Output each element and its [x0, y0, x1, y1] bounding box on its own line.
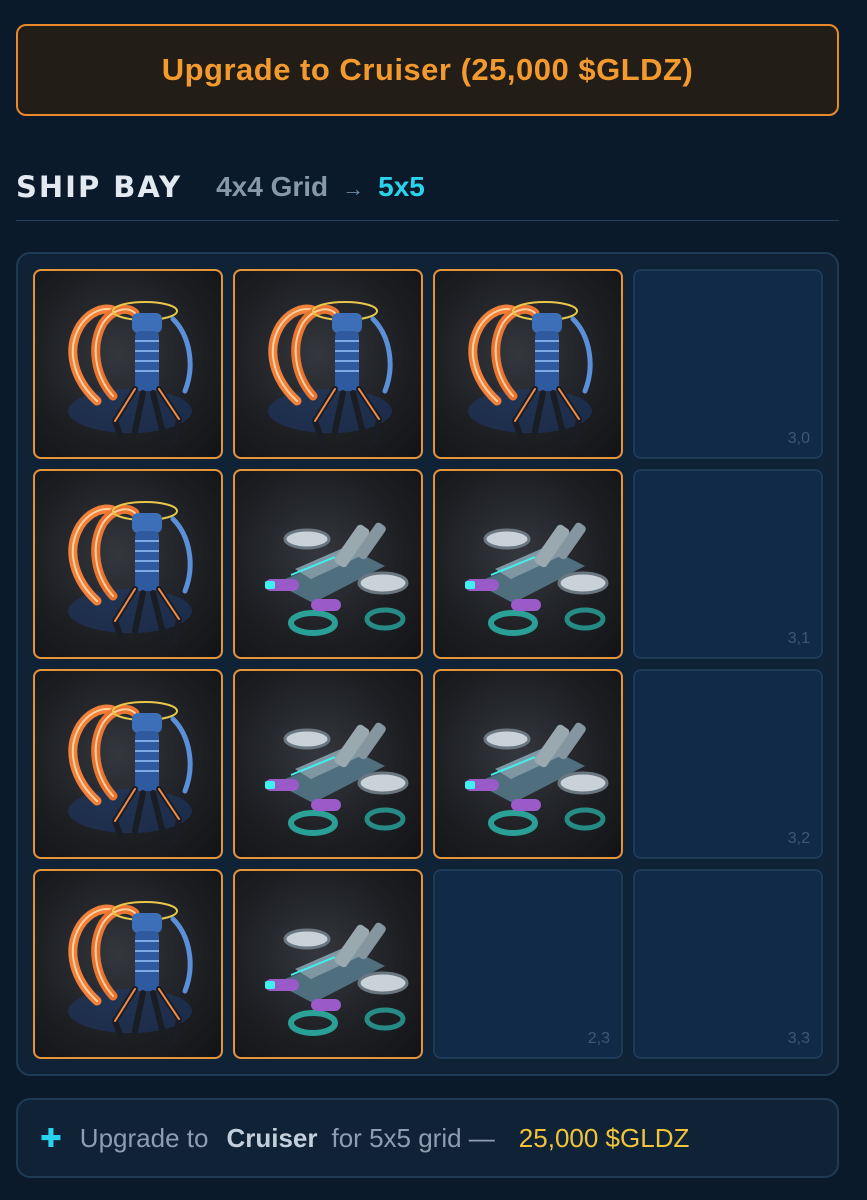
bay-slot-spider-drone[interactable] — [433, 269, 623, 459]
slot-coordinate: 3,2 — [787, 830, 810, 847]
bay-slot-spider-drone[interactable] — [233, 269, 423, 459]
bay-slot-spider-drone[interactable] — [33, 669, 223, 859]
ship-bay-grid: 3,0 3,1 3,2 2,3 3,3 — [16, 252, 839, 1076]
plus-icon: ✚ — [40, 1122, 62, 1153]
upgrade-price: 25,000 $GLDZ — [518, 1122, 690, 1153]
ship-class-name: Cruiser — [226, 1122, 318, 1153]
next-grid-size: 5x5 — [378, 171, 425, 202]
slot-coordinate: 2,3 — [587, 1030, 610, 1047]
bay-slot-hover-ship[interactable] — [433, 469, 623, 659]
bay-slot-spider-drone[interactable] — [33, 269, 223, 459]
grid-size-info: 4x4 Grid → 5x5 — [216, 171, 425, 203]
bay-slot-empty[interactable]: 3,2 — [633, 669, 823, 859]
bay-slot-empty[interactable]: 3,3 — [633, 869, 823, 1059]
bay-slot-hover-ship[interactable] — [233, 869, 423, 1059]
slot-coordinate: 3,1 — [787, 630, 810, 647]
upgrade-cruiser-button[interactable]: Upgrade to Cruiser (25,000 $GLDZ) — [16, 24, 839, 116]
bay-slot-empty[interactable]: 3,1 — [633, 469, 823, 659]
current-grid-size: 4x4 Grid — [216, 171, 329, 202]
ship-bay-title: SHIP BAY — [16, 170, 183, 204]
upgrade-suffix: for 5x5 grid — — [331, 1122, 495, 1153]
bay-slot-spider-drone[interactable] — [33, 469, 223, 659]
bay-slot-hover-ship[interactable] — [433, 669, 623, 859]
bay-slot-empty[interactable]: 3,0 — [633, 269, 823, 459]
bay-slot-spider-drone[interactable] — [33, 869, 223, 1059]
bay-slot-empty[interactable]: 2,3 — [433, 869, 623, 1059]
slot-coordinate: 3,3 — [787, 1030, 810, 1047]
bay-slot-hover-ship[interactable] — [233, 469, 423, 659]
upgrade-prefix: Upgrade to — [79, 1122, 209, 1153]
slot-coordinate: 3,0 — [787, 430, 810, 447]
bay-slot-hover-ship[interactable] — [233, 669, 423, 859]
upgrade-info-bar: ✚ Upgrade to Cruiser for 5x5 grid — 25,0… — [16, 1098, 839, 1178]
ship-bay-header: SHIP BAY 4x4 Grid → 5x5 — [16, 168, 839, 221]
arrow-right-icon: → — [342, 176, 365, 201]
upgrade-button-label: Upgrade to Cruiser (25,000 $GLDZ) — [161, 52, 694, 87]
